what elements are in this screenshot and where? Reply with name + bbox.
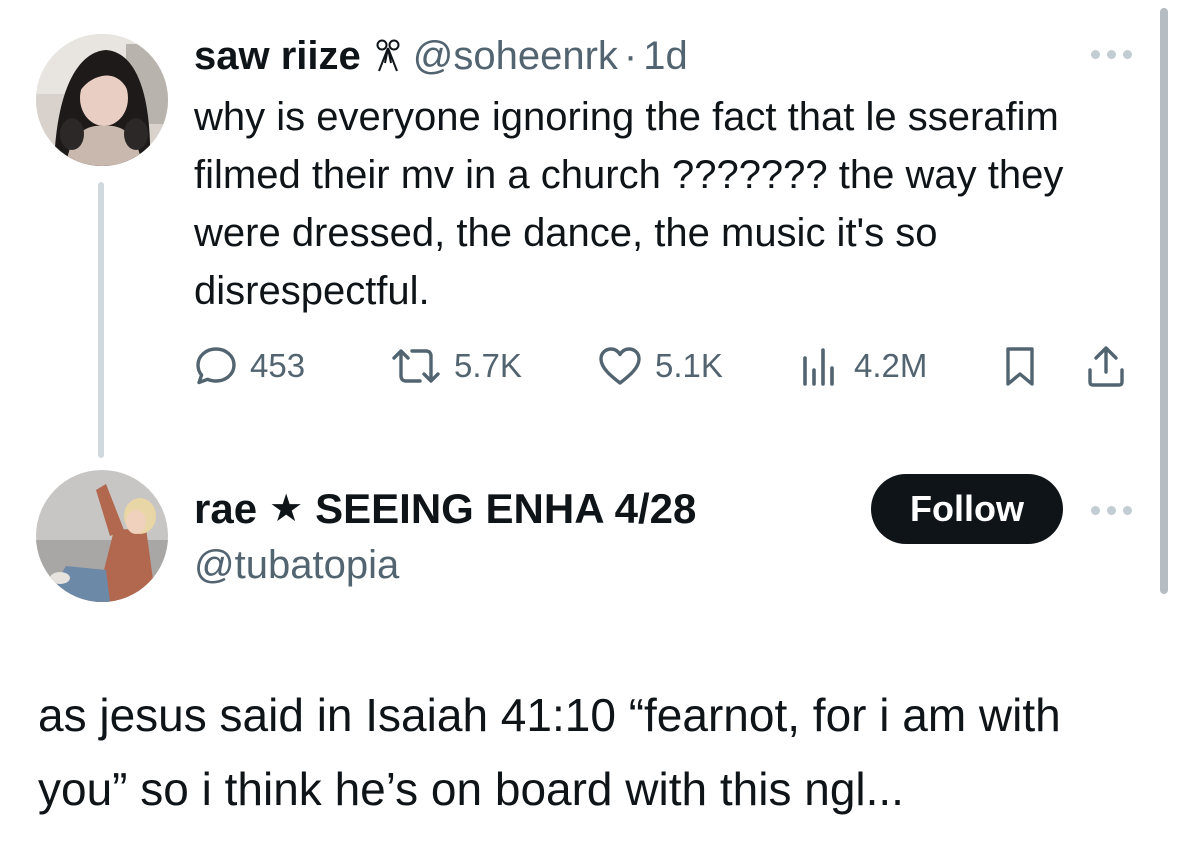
heart-icon (599, 347, 641, 385)
views-button[interactable]: 4.2M (798, 336, 927, 396)
reply-display-name[interactable]: rae ★ SEEING ENHA 4/28 (194, 482, 696, 536)
repost-button[interactable]: 5.7K (390, 336, 522, 396)
more-dot-icon (1123, 50, 1132, 59)
separator-dot: · (623, 34, 638, 78)
reply-text: as jesus said in Isaiah 41:10 “fearnot, … (38, 689, 1061, 815)
share-button[interactable] (1084, 336, 1128, 396)
repost-count: 5.7K (454, 347, 522, 384)
reply-count: 453 (250, 347, 306, 384)
reply-avatar[interactable] (36, 470, 168, 602)
reply-name-part1: rae (194, 485, 258, 532)
reply-icon (196, 347, 236, 385)
ribbon-icon (373, 39, 403, 73)
timestamp[interactable]: 1d (643, 30, 688, 82)
views-chart-icon (803, 348, 834, 386)
more-dot-icon (1091, 50, 1100, 59)
reply-name-part2: SEEING ENHA 4/28 (315, 485, 697, 532)
bookmark-icon (1006, 347, 1034, 386)
display-name[interactable]: saw riize (194, 30, 361, 82)
action-bar: 453 5.7K 5.1K 4.2M (194, 336, 1144, 396)
handle[interactable]: @soheenrk (413, 30, 618, 82)
more-dot-icon (1123, 506, 1132, 515)
star-icon: ★ (269, 488, 304, 530)
like-count: 5.1K (655, 347, 723, 384)
thread-connector-line (98, 182, 104, 458)
repost-icon (392, 349, 440, 383)
more-dot-icon (1107, 50, 1116, 59)
avatar-photo (36, 34, 168, 166)
reply-button[interactable]: 453 (194, 336, 305, 396)
follow-button[interactable]: Follow (871, 474, 1063, 544)
like-button[interactable]: 5.1K (597, 336, 723, 396)
avatar[interactable] (36, 34, 168, 166)
tweet-text: why is everyone ignoring the fact that l… (194, 95, 1064, 313)
tweet-header: saw riize @soheenrk · 1d (194, 30, 688, 82)
more-dot-icon (1107, 506, 1116, 515)
view-count: 4.2M (854, 347, 928, 384)
scrollbar[interactable] (1160, 8, 1168, 594)
reply-handle[interactable]: @tubatopia (194, 538, 399, 592)
reply-avatar-photo (36, 470, 168, 602)
more-dot-icon (1091, 506, 1100, 515)
share-icon (1088, 346, 1124, 387)
bookmark-button[interactable] (1000, 336, 1040, 396)
reply-more-options-button[interactable] (1091, 506, 1132, 515)
more-options-button[interactable] (1091, 50, 1132, 59)
